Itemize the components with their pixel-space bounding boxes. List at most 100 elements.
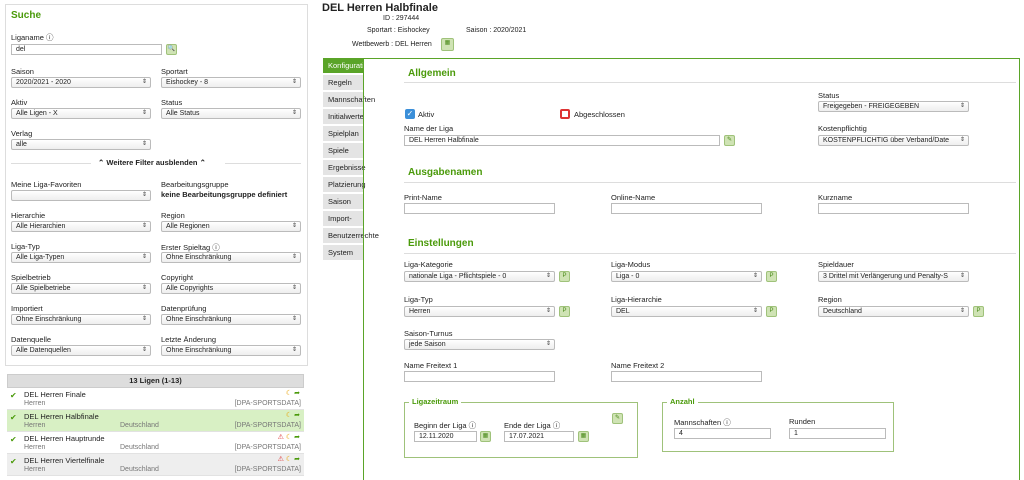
print-name-label: Print-Name: [404, 193, 442, 202]
ligatyp-label: Liga-Typ: [11, 242, 40, 251]
tab-system[interactable]: System: [323, 245, 363, 261]
saison-text: Saison : 2020/2021: [466, 27, 527, 34]
row-icons: ⚠ ☾ ➦: [278, 433, 300, 441]
divider: [11, 163, 91, 164]
tab-ergebnisse[interactable]: Ergebnisse: [323, 160, 366, 176]
divider: [225, 163, 301, 164]
row-icons: ☾ ➦: [286, 411, 300, 419]
spieltag-select[interactable]: Ohne Einschränkung ⇕: [161, 252, 301, 263]
runden-input[interactable]: 1: [789, 428, 886, 439]
print-name-input[interactable]: [404, 203, 555, 214]
abgeschlossen-checkbox[interactable]: [560, 109, 570, 119]
freitext1-input[interactable]: [404, 371, 555, 382]
verlag-value: alle: [16, 141, 27, 148]
calendar-icon[interactable]: ▦: [480, 431, 491, 442]
sportart-select[interactable]: Eishockey - 8 ⇕: [161, 77, 301, 88]
favoriten-select[interactable]: ⇕: [11, 190, 151, 201]
league-name: DEL Herren Hauptrunde: [24, 434, 105, 443]
liga-typ-pin-icon[interactable]: P: [559, 306, 570, 317]
liganame-input[interactable]: del: [11, 44, 162, 55]
share-icon[interactable]: ➦: [294, 412, 300, 419]
liga-typ-select[interactable]: Herren ⇕: [404, 306, 555, 317]
check-icon: ✔: [10, 413, 17, 422]
liga-hierarchie-select[interactable]: DEL ⇕: [611, 306, 762, 317]
tab-import-log[interactable]: Import-Log: [323, 211, 363, 239]
league-name: DEL Herren Viertelfinale: [24, 456, 105, 465]
tab-initialwerte[interactable]: Initialwerte: [323, 109, 364, 125]
spieltag-value: Ohne Einschränkung: [166, 254, 232, 261]
modus-select[interactable]: Liga - 0 ⇕: [611, 271, 762, 282]
league-source: [DPA-SPORTSDATA]: [234, 444, 301, 451]
beginn-input[interactable]: 12.11.2020: [414, 431, 477, 442]
copyright-select[interactable]: Alle Copyrights ⇕: [161, 283, 301, 294]
spielbetrieb-select[interactable]: Alle Spielbetriebe ⇕: [11, 283, 151, 294]
share-icon[interactable]: ➦: [294, 456, 300, 463]
importiert-select[interactable]: Ohne Einschränkung ⇕: [11, 314, 151, 325]
tab-regeln[interactable]: Regeln: [323, 75, 363, 91]
divider: [404, 182, 1016, 183]
search-title: Suche: [11, 10, 42, 21]
select-arrow-icon: ⇕: [291, 110, 297, 116]
aktiv-select[interactable]: Alle Ligen - X ⇕: [11, 108, 151, 119]
liga-hierarchie-pin-icon[interactable]: P: [766, 306, 777, 317]
spieldauer-select[interactable]: 3 Drittel mit Verlängerung und Penalty-S…: [818, 271, 969, 282]
tab-saison[interactable]: Saison: [323, 194, 363, 210]
select-arrow-icon: ⇕: [959, 137, 965, 143]
modus-pin-icon[interactable]: P: [766, 271, 777, 282]
status-detail-select[interactable]: Freigegeben - FREIGEGEBEN ⇕: [818, 101, 969, 112]
tab-benutzerrechte[interactable]: Benutzerrechte: [323, 228, 379, 244]
saison-select[interactable]: 2020/2021 - 2020 ⇕: [11, 77, 151, 88]
turnus-select[interactable]: jede Saison ⇕: [404, 339, 555, 350]
search-button[interactable]: 🔍: [166, 44, 177, 55]
region-detail-select[interactable]: Deutschland ⇕: [818, 306, 969, 317]
name-liga-label: Name der Liga: [404, 124, 454, 133]
abgeschlossen-label: Abgeschlossen: [574, 110, 625, 119]
kategorie-select[interactable]: nationale Liga - Pflichtspiele - 0 ⇕: [404, 271, 555, 282]
tab-platzierung[interactable]: Platzierung: [323, 177, 366, 193]
wettbewerb-edit-icon[interactable]: ▦: [441, 38, 454, 51]
name-liga-input[interactable]: DEL Herren Halbfinale: [404, 135, 720, 146]
share-icon[interactable]: ➦: [294, 390, 300, 397]
list-item[interactable]: ✔ DEL Herren Finale Herren [DPA-SPORTSDA…: [7, 388, 304, 410]
region-pin-icon[interactable]: P: [973, 306, 984, 317]
tab-konfiguration[interactable]: Konfiguration: [323, 58, 372, 74]
online-name-input[interactable]: [611, 203, 762, 214]
freitext2-input[interactable]: [611, 371, 762, 382]
calendar-icon[interactable]: ▦: [578, 431, 589, 442]
ende-input[interactable]: 17.07.2021: [504, 431, 574, 442]
aktiv-checkbox[interactable]: ✓: [405, 109, 415, 119]
tab-spielplan[interactable]: Spielplan: [323, 126, 363, 142]
tab-spiele[interactable]: Spiele: [323, 143, 363, 159]
tab-mannschaften[interactable]: Mannschaften: [323, 92, 375, 108]
select-arrow-icon: ⇕: [959, 308, 965, 314]
select-arrow-icon: ⇕: [291, 316, 297, 322]
datenpruefung-select[interactable]: Ohne Einschränkung ⇕: [161, 314, 301, 325]
toggle-filters-button[interactable]: ⌃ Weitere Filter ausblenden ⌃: [98, 158, 206, 167]
ligatyp-select[interactable]: Alle Liga-Typen ⇕: [11, 252, 151, 263]
list-item[interactable]: ✔ DEL Herren Hauptrunde Herren Deutschla…: [7, 432, 304, 454]
aenderung-select[interactable]: Ohne Einschränkung ⇕: [161, 345, 301, 356]
league-id: ID : 297444: [383, 15, 420, 22]
mannschaften-input[interactable]: 4: [674, 428, 771, 439]
league-sub: Herren: [24, 444, 46, 451]
kosten-select[interactable]: KOSTENPFLICHTIG über Verband/Date ⇕: [818, 135, 969, 146]
list-item[interactable]: ✔ DEL Herren Halbfinale Herren Deutschla…: [7, 410, 304, 432]
liga-typ-value: Herren: [409, 308, 431, 315]
freitext2-label: Name Freitext 2: [611, 361, 665, 370]
share-icon[interactable]: ➦: [294, 434, 300, 441]
divider: [404, 82, 1016, 83]
league-name: DEL Herren Finale: [24, 390, 86, 399]
sportart-label: Sportart: [161, 67, 188, 76]
region-select[interactable]: Alle Regionen ⇕: [161, 221, 301, 232]
status-select[interactable]: Alle Status ⇕: [161, 108, 301, 119]
hierarchie-select[interactable]: Alle Hierarchien ⇕: [11, 221, 151, 232]
edit-period-icon[interactable]: ✎: [612, 413, 623, 424]
datenquelle-select[interactable]: Alle Datenquellen ⇕: [11, 345, 151, 356]
verlag-select[interactable]: alle ⇕: [11, 139, 151, 150]
kurzname-input[interactable]: [818, 203, 969, 214]
select-arrow-icon: ⇕: [291, 347, 297, 353]
kategorie-pin-icon[interactable]: P: [559, 271, 570, 282]
list-item[interactable]: ✔ DEL Herren Viertelfinale Herren Deutsc…: [7, 454, 304, 476]
translate-icon[interactable]: ✎: [724, 135, 735, 146]
warning-icon: ⚠: [277, 434, 284, 441]
